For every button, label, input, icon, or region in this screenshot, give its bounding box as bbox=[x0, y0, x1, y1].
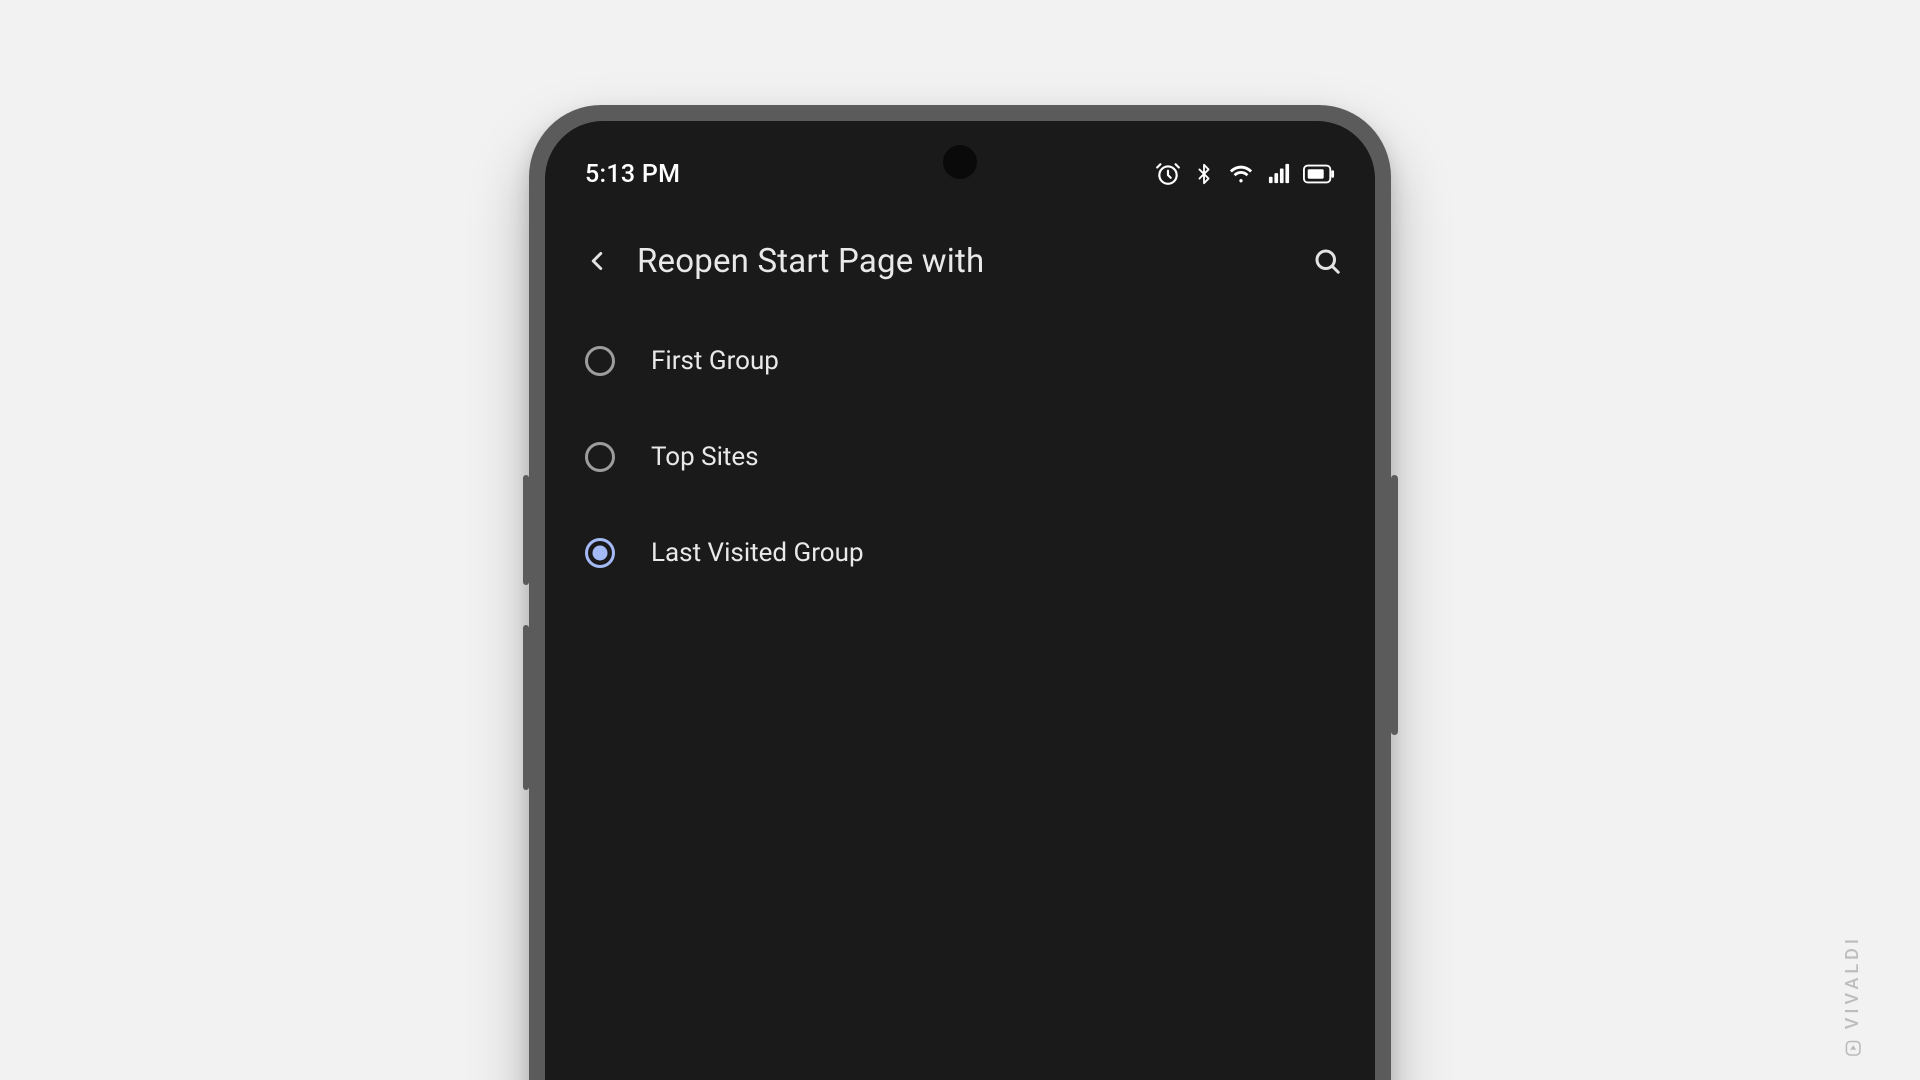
watermark: VIVALDI bbox=[1842, 935, 1863, 1057]
option-label: Last Visited Group bbox=[651, 538, 864, 568]
radio-icon bbox=[585, 346, 615, 376]
radio-icon bbox=[585, 538, 615, 568]
app-bar: Reopen Start Page with bbox=[545, 203, 1375, 307]
search-icon bbox=[1312, 246, 1342, 276]
watermark-text: VIVALDI bbox=[1842, 935, 1863, 1029]
options-list: First Group Top Sites Last Visited Group bbox=[545, 307, 1375, 601]
radio-icon bbox=[585, 442, 615, 472]
chevron-left-icon bbox=[582, 246, 612, 276]
battery-icon bbox=[1303, 164, 1335, 184]
option-last-visited-group[interactable]: Last Visited Group bbox=[585, 505, 1365, 601]
status-time: 5:13 PM bbox=[585, 160, 680, 189]
page-title: Reopen Start Page with bbox=[637, 242, 1287, 281]
option-label: First Group bbox=[651, 346, 779, 376]
side-button bbox=[523, 625, 529, 790]
phone-mockup: 5:13 PM bbox=[529, 105, 1391, 1080]
phone-screen: 5:13 PM bbox=[545, 121, 1375, 1080]
option-top-sites[interactable]: Top Sites bbox=[585, 409, 1365, 505]
side-button bbox=[1391, 475, 1398, 735]
option-first-group[interactable]: First Group bbox=[585, 313, 1365, 409]
wifi-icon bbox=[1227, 162, 1255, 186]
side-button bbox=[523, 475, 529, 585]
search-button[interactable] bbox=[1307, 241, 1347, 281]
option-label: Top Sites bbox=[651, 442, 759, 472]
alarm-icon bbox=[1155, 161, 1181, 187]
bluetooth-icon bbox=[1193, 161, 1215, 187]
signal-icon bbox=[1267, 163, 1291, 185]
camera-cutout bbox=[943, 145, 977, 179]
vivaldi-logo-icon bbox=[1844, 1039, 1862, 1057]
status-icons bbox=[1155, 161, 1335, 187]
back-button[interactable] bbox=[577, 241, 617, 281]
